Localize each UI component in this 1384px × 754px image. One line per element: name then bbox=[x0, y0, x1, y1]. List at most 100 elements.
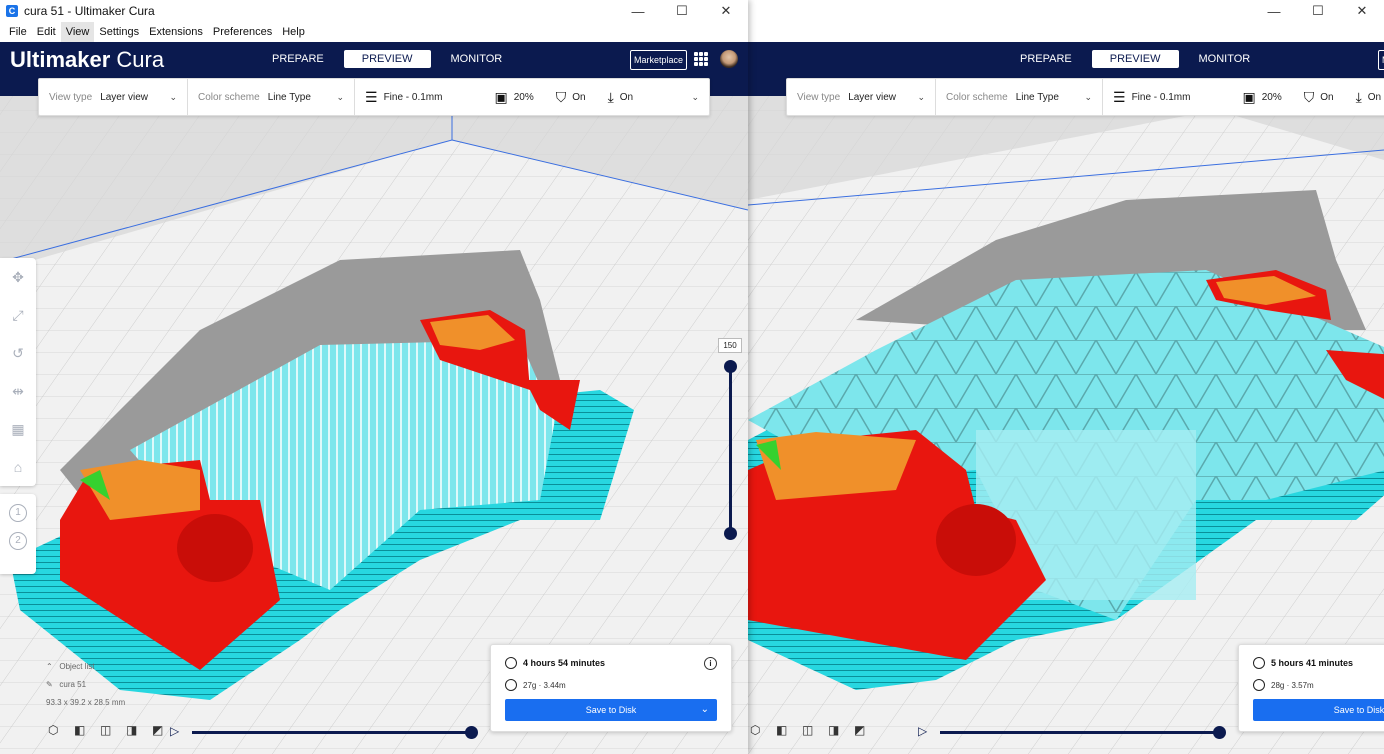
menu-preferences[interactable]: Preferences bbox=[208, 22, 277, 42]
clock-icon bbox=[505, 657, 517, 669]
user-avatar[interactable] bbox=[720, 50, 738, 68]
menu-settings[interactable]: Settings bbox=[94, 22, 144, 42]
maximize-button[interactable]: ☐ bbox=[660, 0, 704, 22]
object-dimensions: 93.3 x 39.2 x 28.5 mm bbox=[46, 698, 126, 707]
camera-views: ⬡ ◧ ◫ ◨ ◩ bbox=[48, 720, 178, 744]
object-info: ⌃ Object list ✎ cura 51 93.3 x 39.2 x 28… bbox=[46, 658, 125, 712]
camera-views: ⬡ ◧ ◫ ◨ ◩ bbox=[750, 720, 880, 744]
front-view-icon[interactable]: ◧ bbox=[74, 723, 92, 741]
left-view-icon[interactable]: ◨ bbox=[126, 723, 144, 741]
support-icon: ⛉ bbox=[555, 88, 567, 105]
marketplace-button[interactable]: Marketplace bbox=[1378, 50, 1384, 70]
layer-top-handle[interactable] bbox=[724, 360, 737, 373]
play-simulation-icon[interactable]: ▷ bbox=[170, 724, 179, 738]
spool-icon bbox=[505, 679, 517, 691]
chevron-down-icon: ⌄ bbox=[700, 704, 709, 715]
support-blocker-icon[interactable]: ⌂ bbox=[0, 448, 36, 486]
infill-icon: ▣ bbox=[494, 88, 508, 105]
layer-bottom-handle[interactable] bbox=[724, 527, 737, 540]
print-info-panel: 4 hours 54 minutes i 27g · 3.44m Save to… bbox=[490, 644, 732, 732]
sliders-icon: ☰ bbox=[1113, 88, 1126, 105]
infill-icon: ▣ bbox=[1242, 88, 1256, 105]
tab-monitor[interactable]: MONITOR bbox=[1183, 50, 1267, 68]
title-bar: C cura 51 - Ultimaker Cura — ☐ ✕ bbox=[0, 0, 748, 22]
extruder-2-icon[interactable]: 2 bbox=[9, 532, 27, 550]
3d-view-icon[interactable]: ⬡ bbox=[750, 723, 768, 741]
menu-edit[interactable]: Edit bbox=[32, 22, 61, 42]
3d-view-icon[interactable]: ⬡ bbox=[48, 723, 66, 741]
support-icon: ⛉ bbox=[1303, 88, 1315, 105]
stage-tabs: PREPARE PREVIEW MONITOR bbox=[1002, 50, 1268, 68]
ultimaker-cura-logo: Ultimaker Cura bbox=[10, 47, 165, 72]
save-to-disk-button[interactable]: Save to Disk⌄ bbox=[1253, 699, 1384, 721]
adhesion-icon: ⤓ bbox=[607, 88, 614, 105]
extruder-1-icon[interactable]: 1 bbox=[9, 504, 27, 522]
cura-app-icon: C bbox=[6, 5, 18, 17]
view-type-select[interactable]: View type Layer view ⌄ bbox=[39, 79, 188, 115]
material-estimate: 28g · 3.57m bbox=[1271, 680, 1314, 690]
close-button[interactable]: ✕ bbox=[704, 0, 748, 22]
move-tool-icon[interactable]: ✥ bbox=[0, 258, 36, 296]
print-time: 4 hours 54 minutes bbox=[523, 658, 606, 668]
front-view-icon[interactable]: ◧ bbox=[776, 723, 794, 741]
clock-icon bbox=[1253, 657, 1265, 669]
rotate-tool-icon[interactable]: ↺ bbox=[0, 334, 36, 372]
spool-icon bbox=[1253, 679, 1265, 691]
chevron-down-icon: ⌄ bbox=[1084, 91, 1092, 102]
path-slider[interactable] bbox=[192, 726, 478, 739]
title-bar: — ☐ ✕ bbox=[748, 0, 1384, 22]
tab-prepare[interactable]: PREPARE bbox=[1004, 50, 1088, 68]
extruder-panel: 1 2 bbox=[0, 494, 36, 574]
tab-monitor[interactable]: MONITOR bbox=[435, 50, 519, 68]
path-slider[interactable] bbox=[940, 726, 1226, 739]
left-view-icon[interactable]: ◨ bbox=[828, 723, 846, 741]
tab-preview[interactable]: PREVIEW bbox=[1091, 50, 1179, 68]
play-simulation-icon[interactable]: ▷ bbox=[918, 724, 927, 738]
material-estimate: 27g · 3.44m bbox=[523, 680, 566, 690]
tool-panel: ✥ ⤢ ↺ ⇹ ▦ ⌂ bbox=[0, 258, 36, 486]
chevron-down-icon: ⌄ bbox=[336, 91, 344, 102]
print-settings-selector[interactable]: ☰Fine - 0.1mm ▣20% ⛉On ⤓On ⌄ bbox=[1103, 79, 1384, 115]
object-name[interactable]: ✎ cura 51 bbox=[46, 676, 125, 694]
adhesion-icon: ⤓ bbox=[1355, 88, 1362, 105]
mirror-tool-icon[interactable]: ⇹ bbox=[0, 372, 36, 410]
tab-prepare[interactable]: PREPARE bbox=[256, 50, 340, 68]
menu-help[interactable]: Help bbox=[277, 22, 310, 42]
color-scheme-select[interactable]: Color scheme Line Type ⌄ bbox=[188, 79, 355, 115]
chevron-down-icon: ⌄ bbox=[691, 91, 699, 102]
layer-max-label[interactable]: 150 bbox=[718, 338, 742, 353]
path-slider-handle[interactable] bbox=[465, 726, 478, 739]
sliders-icon: ☰ bbox=[365, 88, 378, 105]
menu-file[interactable]: File bbox=[4, 22, 32, 42]
apps-grid-icon[interactable] bbox=[694, 52, 708, 66]
object-list-toggle[interactable]: ⌃ Object list bbox=[46, 658, 125, 676]
info-icon[interactable]: i bbox=[704, 657, 717, 670]
view-options-bar: View type Layer view ⌄ Color scheme Line Ty… bbox=[38, 78, 710, 116]
menu-bar: File Edit View Settings Extensions Prefe… bbox=[0, 22, 748, 42]
view-type-select[interactable]: View type Layer view ⌄ bbox=[787, 79, 936, 115]
path-slider-handle[interactable] bbox=[1213, 726, 1226, 739]
menu-view[interactable]: View bbox=[60, 22, 95, 42]
minimize-button[interactable]: — bbox=[1252, 0, 1296, 22]
right-view-icon[interactable]: ◩ bbox=[854, 723, 872, 741]
top-view-icon[interactable]: ◫ bbox=[100, 723, 118, 741]
print-info-panel: 5 hours 41 minutes i 28g · 3.57m Save to… bbox=[1238, 644, 1384, 732]
color-scheme-select[interactable]: Color scheme Line Type ⌄ bbox=[936, 79, 1103, 115]
per-model-settings-icon[interactable]: ▦ bbox=[0, 410, 36, 448]
print-time: 5 hours 41 minutes bbox=[1271, 658, 1354, 668]
close-button[interactable]: ✕ bbox=[1340, 0, 1384, 22]
top-view-icon[interactable]: ◫ bbox=[802, 723, 820, 741]
right-view-icon[interactable]: ◩ bbox=[152, 723, 170, 741]
chevron-down-icon: ⌄ bbox=[917, 91, 925, 102]
scale-tool-icon[interactable]: ⤢ bbox=[0, 296, 36, 334]
save-to-disk-button[interactable]: Save to Disk⌄ bbox=[505, 699, 717, 721]
minimize-button[interactable]: — bbox=[616, 0, 660, 22]
tab-preview[interactable]: PREVIEW bbox=[343, 50, 431, 68]
layer-slider[interactable]: 150 bbox=[718, 338, 742, 540]
print-settings-selector[interactable]: ☰Fine - 0.1mm ▣20% ⛉On ⤓On ⌄ bbox=[355, 79, 709, 115]
view-options-bar: View type Layer view ⌄ Color scheme Line Ty… bbox=[786, 78, 1384, 116]
stage-tabs: PREPARE PREVIEW MONITOR bbox=[254, 50, 520, 68]
maximize-button[interactable]: ☐ bbox=[1296, 0, 1340, 22]
menu-extensions[interactable]: Extensions bbox=[144, 22, 208, 42]
marketplace-button[interactable]: Marketplace bbox=[630, 50, 688, 70]
